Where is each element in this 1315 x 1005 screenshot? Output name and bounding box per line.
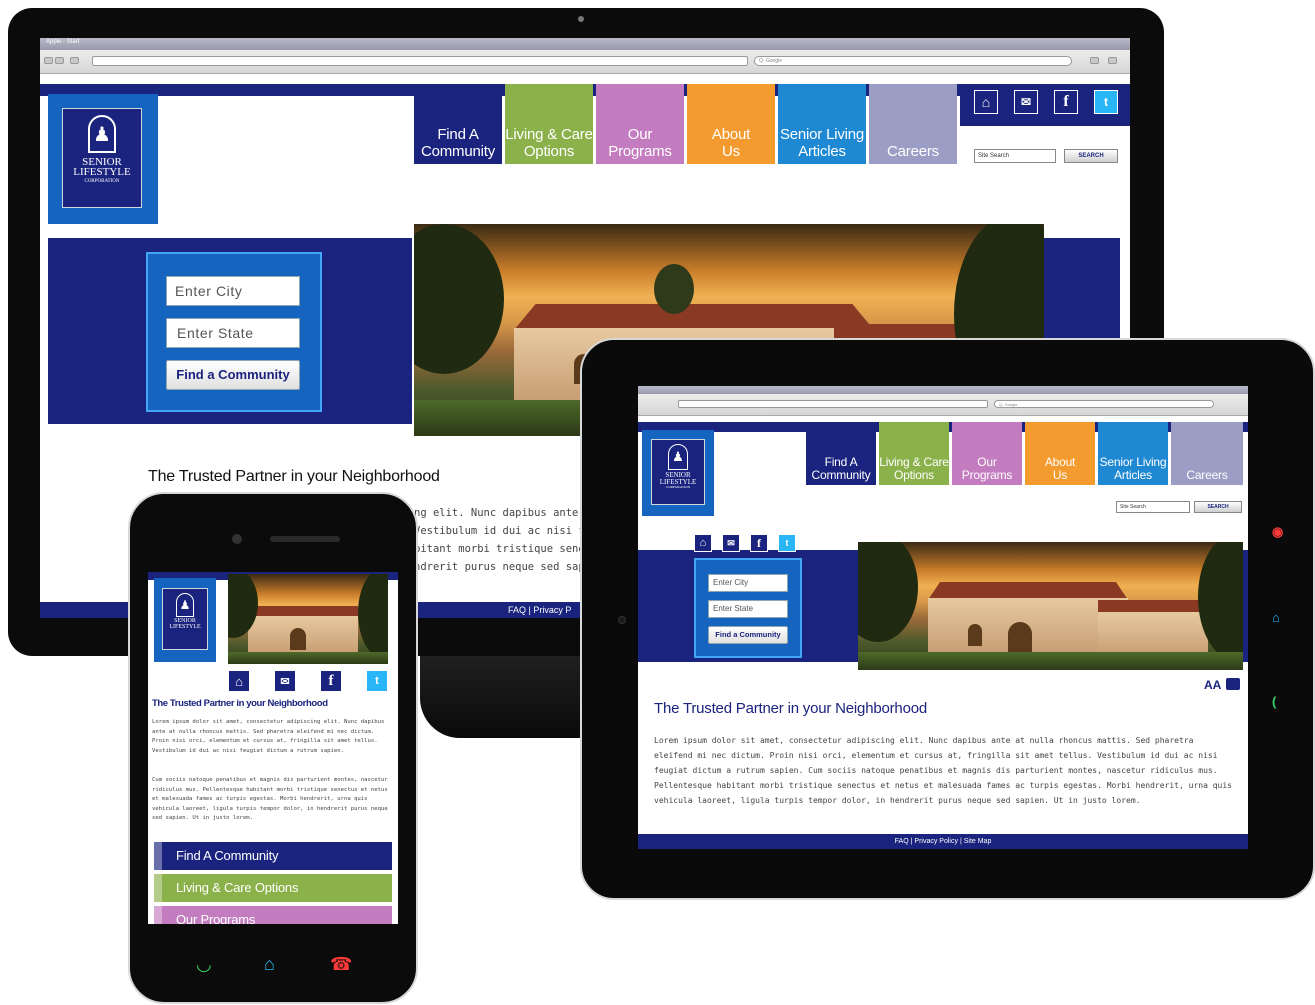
page-menu-button[interactable] [1090,57,1099,64]
tablet-back-icon[interactable]: ( [1272,694,1276,709]
tablet-nav-our-programs[interactable]: Our Programs [952,422,1022,485]
phone-home-link-icon[interactable]: ⌂ [228,670,250,692]
phone-menu-living-care-options[interactable]: Living & Care Options [154,874,392,902]
tablet-nav-senior-living-articles[interactable]: Senior Living Articles [1098,422,1168,485]
find-community-button[interactable]: Find a Community [166,360,300,390]
browser-title-bar: Apple - Start [40,38,1130,50]
add-bookmark-button[interactable] [70,57,79,64]
tablet-title-bar [638,386,1248,394]
phone-menu-our-programs[interactable]: Our Programs [154,906,392,924]
tablet-power-icon[interactable]: ◉ [1272,524,1283,540]
mail-icon[interactable]: ✉ [1014,90,1038,114]
tablet-find-community-form: Enter City Enter State Find a Community [694,558,802,658]
phone-hero-image [228,574,388,664]
phone-camera [232,534,242,544]
monitor-camera [578,16,584,22]
settings-menu-button[interactable] [1108,57,1117,64]
phone-mail-icon[interactable]: ✉ [274,670,296,692]
tablet-browser: Q- Google ♟ SENIOR LIFESTYLE CORPORATION… [638,386,1248,849]
phone-social-icons: ⌂ ✉ f t [228,670,388,692]
phone-end-call-icon[interactable]: ☎ [330,954,352,975]
tablet-browser-search[interactable]: Q- Google [994,400,1214,408]
home-icon[interactable]: ⌂ [974,90,998,114]
tablet-nav-living-care-options[interactable]: Living & Care Options [879,422,949,485]
nav-about-us[interactable]: About Us [687,84,775,164]
phone-facebook-icon[interactable]: f [320,670,342,692]
phone-twitter-icon[interactable]: t [366,670,388,692]
phone-page-tagline: The Trusted Partner in your Neighborhood [152,698,328,709]
logo-line-3: CORPORATION [84,178,120,184]
browser-window-title: Apple - Start [46,39,80,45]
phone-body-para-2: Cum sociis natoque penatibus et magnis d… [152,777,388,821]
footer-privacy-link[interactable]: Privacy Policy [914,838,958,845]
tablet-facebook-icon[interactable]: f [750,534,768,552]
nav-senior-living-articles[interactable]: Senior Living Articles [778,84,866,164]
phone-speaker [270,536,340,542]
tablet-hero-image [858,542,1243,670]
tablet-body-text: Lorem ipsum dolor sit amet, consectetur … [654,736,1232,805]
back-button[interactable] [44,57,53,64]
find-community-form: Enter City Enter State Find a Community [146,252,322,412]
text-size-icon[interactable]: AA [1204,678,1221,692]
tablet-site-search[interactable]: Site Search [1116,501,1190,513]
tablet-find-community-button[interactable]: Find a Community [708,626,788,644]
monitor-footer-links[interactable]: FAQ | Privacy P [508,602,571,618]
nav-living-care-options[interactable]: Living & Care Options [505,84,593,164]
phone-menu-find-a-community[interactable]: Find A Community [154,842,392,870]
browser-toolbar: Q- Google [40,50,1130,74]
tablet-search-button[interactable]: SEARCH [1194,501,1242,513]
search-button[interactable]: SEARCH [1064,149,1118,163]
forward-button[interactable] [55,57,64,64]
site-logo[interactable]: ♟ SENIOR LIFESTYLE CORPORATION [48,94,158,224]
tablet-address-bar[interactable] [678,400,988,408]
nav-find-a-community[interactable]: Find A Community [414,84,502,164]
state-input[interactable]: Enter State [166,318,300,348]
social-icons: ⌂ ✉ f t [974,90,1118,114]
footer-faq-link[interactable]: FAQ [895,838,909,845]
phone-call-icon[interactable]: ◡ [196,954,212,975]
tablet-page-tagline: The Trusted Partner in your Neighborhood [654,700,927,717]
tablet-camera [618,616,626,624]
page-tagline: The Trusted Partner in your Neighborhood [148,468,440,485]
nav-our-programs[interactable]: Our Programs [596,84,684,164]
dancing-couple-icon: ♟ [88,115,116,153]
print-icon[interactable] [1226,678,1240,690]
phone-home-icon[interactable]: ⌂ [264,954,275,975]
city-input[interactable]: Enter City [166,276,300,306]
address-bar[interactable] [92,56,748,66]
tablet-social-icons: ⌂ ✉ f t [694,534,796,552]
tablet-twitter-icon[interactable]: t [778,534,796,552]
phone-body-para-1: Lorem ipsum dolor sit amet, consectetur … [152,719,385,754]
tablet-nav-find-a-community[interactable]: Find A Community [806,422,876,485]
tablet-browser-toolbar: Q- Google [638,394,1248,416]
tablet-nav-about-us[interactable]: About Us [1025,422,1095,485]
tablet-state-input[interactable]: Enter State [708,600,788,618]
browser-search-input[interactable]: Q- Google [754,56,1072,66]
tablet-nav-careers[interactable]: Careers [1171,422,1243,485]
site-search-input[interactable]: Site Search [974,149,1056,163]
phone-browser: ♟ SENIOR LIFESTYLE ⌂ ✉ f t The Trusted P… [148,572,398,924]
phone-site-logo[interactable]: ♟ SENIOR LIFESTYLE [154,578,216,662]
tablet-home-icon[interactable]: ⌂ [1272,610,1280,625]
nav-careers[interactable]: Careers [869,84,957,164]
tablet-home-link-icon[interactable]: ⌂ [694,534,712,552]
phone-dancing-couple-icon: ♟ [176,593,194,617]
footer-sitemap-link[interactable]: Site Map [964,838,992,845]
tablet-footer: FAQ | Privacy Policy | Site Map [638,834,1248,849]
tablet-site-logo[interactable]: ♟ SENIOR LIFESTYLE CORPORATION [642,430,714,516]
facebook-icon[interactable]: f [1054,90,1078,114]
tablet-city-input[interactable]: Enter City [708,574,788,592]
tablet-dancing-couple-icon: ♟ [668,444,688,470]
logo-line-2: LIFESTYLE [73,166,131,179]
twitter-icon[interactable]: t [1094,90,1118,114]
tablet-mail-icon[interactable]: ✉ [722,534,740,552]
